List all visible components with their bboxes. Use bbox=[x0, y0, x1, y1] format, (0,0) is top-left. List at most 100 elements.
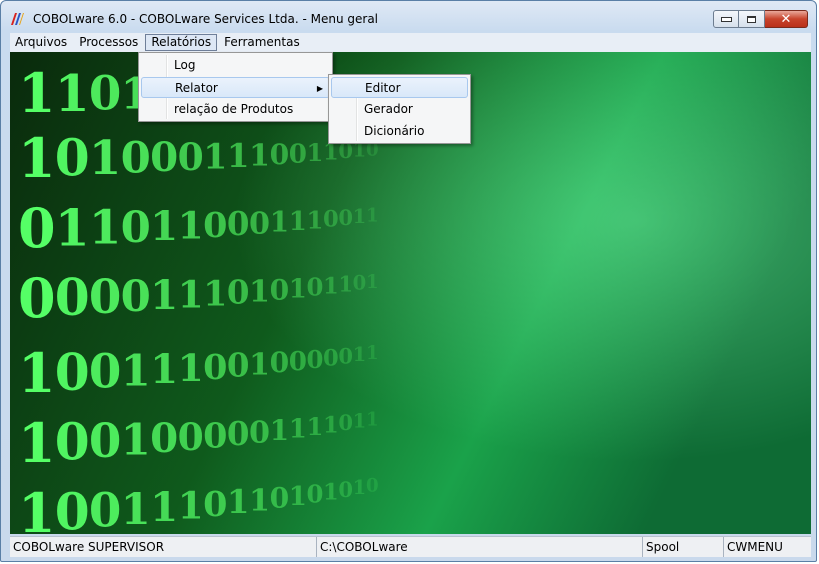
binary-digit: 1 bbox=[289, 206, 307, 237]
binary-digit: 1 bbox=[353, 205, 367, 228]
close-icon: ✕ bbox=[780, 11, 792, 27]
maximize-icon bbox=[747, 15, 756, 23]
binary-digit: 1 bbox=[178, 272, 204, 316]
menu-item-relacao-produtos[interactable]: relação de Produtos bbox=[141, 99, 330, 120]
binary-digit: 1 bbox=[289, 481, 307, 512]
binary-digit: 0 bbox=[55, 413, 90, 472]
binary-digit: 1 bbox=[150, 271, 178, 319]
binary-digit: 0 bbox=[55, 268, 90, 327]
status-path: C:\COBOLware bbox=[317, 537, 643, 557]
binary-digit: 0 bbox=[55, 482, 90, 534]
binary-digit: 0 bbox=[270, 138, 290, 171]
binary-digit: 0 bbox=[289, 139, 307, 170]
binary-digit: 0 bbox=[89, 270, 122, 325]
menu-item-log[interactable]: Log bbox=[141, 55, 330, 76]
binary-digit: 0 bbox=[306, 273, 323, 302]
binary-digit: 0 bbox=[338, 477, 353, 502]
binary-digit: 0 bbox=[227, 346, 250, 385]
submenu-item-editor[interactable]: Editor bbox=[331, 77, 468, 98]
binary-digit: 0 bbox=[353, 272, 367, 295]
binary-digit: 1 bbox=[289, 274, 307, 305]
binary-digit: 1 bbox=[249, 138, 270, 173]
maximize-button[interactable] bbox=[739, 10, 765, 28]
menu-relatorios[interactable]: Relatórios bbox=[145, 34, 218, 51]
binary-digit: 1 bbox=[203, 273, 227, 314]
app-logo-icon bbox=[9, 11, 25, 27]
binary-digit: 1 bbox=[55, 198, 90, 257]
binary-digit: 1 bbox=[249, 274, 270, 309]
binary-digit: 0 bbox=[270, 273, 290, 306]
binary-digit: 1 bbox=[323, 480, 339, 506]
binary-digit: 1 bbox=[178, 346, 204, 390]
binary-digit: 0 bbox=[227, 272, 250, 311]
binary-digit: 0 bbox=[289, 346, 307, 377]
binary-digit: 0 bbox=[227, 204, 250, 243]
binary-digit: 0 bbox=[249, 415, 270, 450]
binary-digit: 0 bbox=[203, 205, 227, 246]
status-spool: Spool bbox=[643, 537, 724, 557]
binary-digit: 0 bbox=[338, 205, 353, 230]
title-bar[interactable]: COBOLware 6.0 - COBOLware Services Ltda.… bbox=[1, 1, 816, 33]
menu-item-relator[interactable]: Relator ▶ bbox=[141, 77, 330, 98]
binary-digit: 1 bbox=[150, 202, 178, 250]
binary-digit: 0 bbox=[121, 271, 151, 322]
binary-digit: 0 bbox=[323, 346, 339, 372]
menu-arquivos[interactable]: Arquivos bbox=[10, 34, 72, 51]
binary-digit: 0 bbox=[270, 346, 290, 379]
status-bar: COBOLware SUPERVISOR C:\COBOLware Spool … bbox=[10, 536, 811, 557]
binary-digit: 0 bbox=[323, 207, 339, 233]
binary-digit: 1 bbox=[353, 476, 367, 499]
window-title: COBOLware 6.0 - COBOLware Services Ltda.… bbox=[33, 12, 378, 26]
caption-buttons: ✕ bbox=[713, 10, 808, 30]
binary-digit: 1 bbox=[353, 343, 367, 366]
binary-digit: 1 bbox=[18, 481, 56, 534]
status-user: COBOLware SUPERVISOR bbox=[10, 537, 317, 557]
binary-digit: 0 bbox=[306, 479, 323, 508]
binary-digit: 1 bbox=[55, 64, 90, 123]
binary-digit: 1 bbox=[306, 205, 323, 234]
binary-digit: 0 bbox=[89, 67, 122, 122]
binary-digit: 1 bbox=[338, 272, 353, 297]
binary-digit: 1 bbox=[306, 412, 323, 441]
binary-digit: 1 bbox=[18, 341, 56, 405]
relator-submenu: Editor Gerador Dicionário bbox=[328, 74, 471, 144]
menu-bar: Arquivos Processos Relatórios Ferramenta… bbox=[10, 33, 811, 52]
binary-digit: 1 bbox=[178, 484, 204, 528]
binary-digit: 1 bbox=[150, 483, 178, 531]
minimize-icon bbox=[720, 16, 732, 22]
binary-digit: 1 bbox=[18, 411, 56, 475]
binary-digit: 0 bbox=[338, 410, 353, 435]
binary-digit: 1 bbox=[249, 483, 270, 518]
binary-digit: 0 bbox=[89, 484, 122, 534]
binary-digit: 0 bbox=[203, 347, 227, 388]
binary-digit: 1 bbox=[89, 201, 122, 256]
binary-digit: 1 bbox=[121, 484, 151, 534]
binary-digit: 0 bbox=[178, 415, 204, 459]
binary-digit: 0 bbox=[89, 414, 122, 469]
menu-ferramentas[interactable]: Ferramentas bbox=[219, 34, 305, 51]
binary-digit: 0 bbox=[18, 266, 56, 330]
binary-digit: 0 bbox=[150, 414, 178, 462]
binary-digit: 1 bbox=[323, 274, 339, 300]
binary-digit: 1 bbox=[270, 206, 290, 239]
submenu-arrow-icon: ▶ bbox=[316, 84, 323, 93]
binary-digit: 1 bbox=[366, 409, 379, 430]
binary-digit: 1 bbox=[270, 414, 290, 447]
binary-digit: 1 bbox=[121, 415, 151, 466]
binary-digit: 0 bbox=[55, 343, 90, 402]
binary-digit: 1 bbox=[227, 482, 250, 521]
binary-digit: 0 bbox=[150, 133, 178, 181]
binary-digit: 0 bbox=[249, 206, 270, 241]
close-button[interactable]: ✕ bbox=[765, 10, 808, 28]
binary-digit: 1 bbox=[366, 272, 379, 293]
binary-digit: 0 bbox=[338, 343, 353, 368]
binary-digit: 1 bbox=[323, 413, 339, 439]
binary-digit: 1 bbox=[366, 206, 379, 227]
binary-digit: 1 bbox=[178, 204, 204, 248]
submenu-item-gerador[interactable]: Gerador bbox=[331, 99, 468, 120]
minimize-button[interactable] bbox=[713, 10, 739, 28]
menu-processos[interactable]: Processos bbox=[74, 34, 143, 51]
submenu-item-dicionario[interactable]: Dicionário bbox=[331, 121, 468, 142]
binary-digit: 0 bbox=[366, 476, 379, 497]
binary-digit: 1 bbox=[227, 136, 250, 175]
